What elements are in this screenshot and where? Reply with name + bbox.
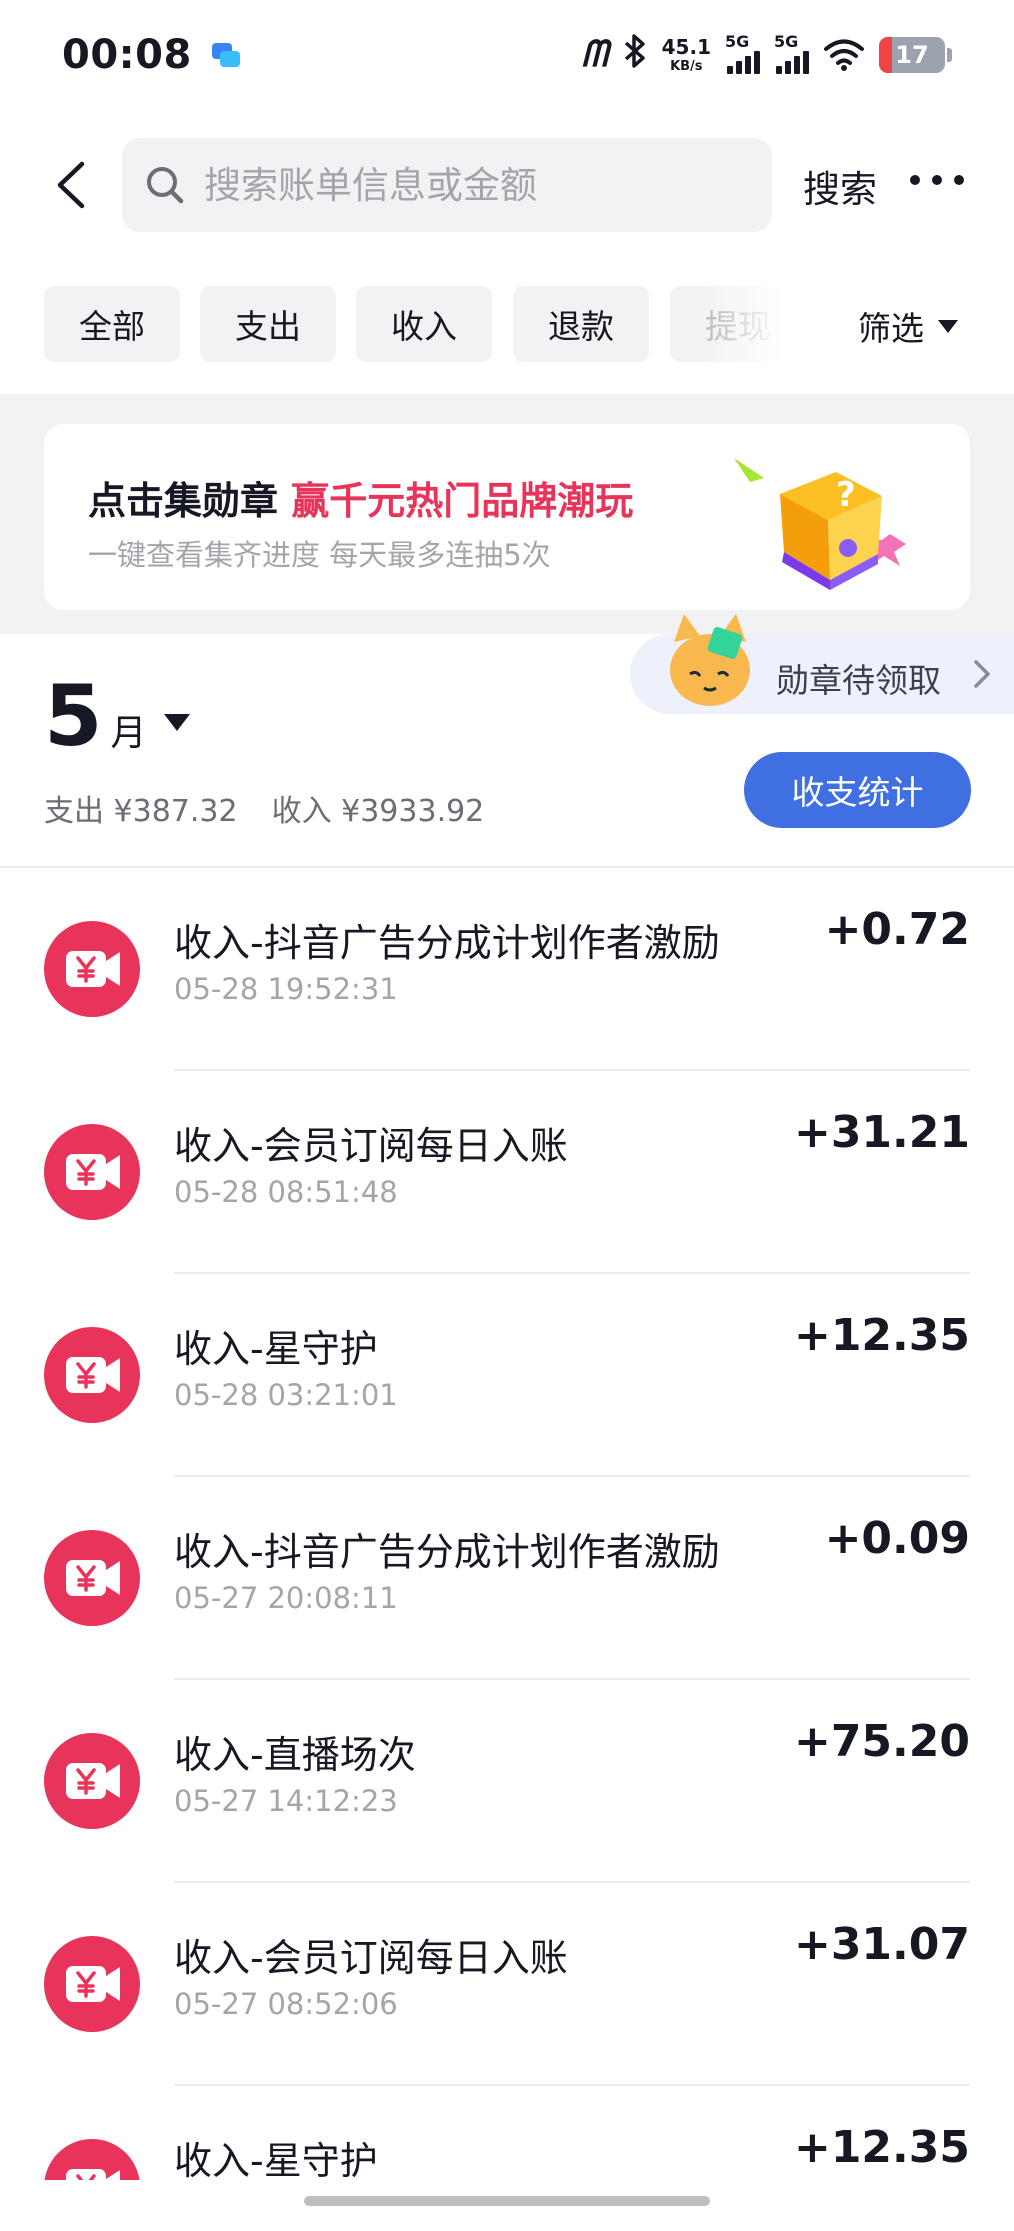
sim2-label: 5G <box>774 32 799 51</box>
chevron-right-icon <box>972 658 992 690</box>
bluetooth-icon <box>622 33 648 78</box>
yuan-video-camera-icon <box>44 1733 140 1829</box>
back-arrow-icon[interactable] <box>52 160 92 210</box>
transaction-row[interactable]: 收入-抖音广告分成计划作者激励 05-27 20:08:11 +0.09 <box>0 1477 1014 1680</box>
transaction-row[interactable]: 收入-星守护 +12.35 <box>0 2086 1014 2180</box>
wifi-icon <box>823 38 865 72</box>
filter-tabs: 全部 支出 收入 退款 提现 筛选 <box>0 286 1014 362</box>
cat-mascot-icon <box>660 612 760 712</box>
transaction-amount: +31.21 <box>793 1107 970 1158</box>
month-unit: 月 <box>110 713 147 754</box>
transaction-amount: +31.07 <box>793 1919 970 1970</box>
status-bar: 00:08 ᗰ 45.1 KB/s 5G 5G 17 <box>0 0 1014 110</box>
tab-refund[interactable]: 退款 <box>513 286 649 362</box>
search-header: 搜索 <box>0 135 1014 235</box>
mystery-box-icon: ? <box>720 448 920 598</box>
search-box[interactable] <box>122 138 772 232</box>
transaction-row[interactable]: 收入-会员订阅每日入账 05-27 08:52:06 +31.07 <box>0 1883 1014 2086</box>
promo-title: 点击集勋章 赢千元热门品牌潮玩 <box>88 470 633 525</box>
transaction-amount: +75.20 <box>793 1716 970 1767</box>
tab-income[interactable]: 收入 <box>356 286 492 362</box>
transaction-amount: +0.72 <box>824 904 970 955</box>
tab-all[interactable]: 全部 <box>44 286 180 362</box>
yuan-video-camera-icon <box>44 2139 140 2180</box>
month-header: 勋章待领取 5 月 支出 ¥387.32 收入 ¥3933.92 收支统计 <box>0 614 1014 868</box>
transaction-amount: +12.35 <box>793 2122 970 2173</box>
medal-pending-label: 勋章待领取 <box>776 661 941 700</box>
transaction-title: 收入-会员订阅每日入账 <box>174 1124 568 1168</box>
network-speed-unit: KB/s <box>670 59 703 74</box>
transaction-title: 收入-会员订阅每日入账 <box>174 1936 568 1980</box>
search-icon <box>144 164 186 206</box>
banner-area: 点击集勋章 赢千元热门品牌潮玩 一键查看集齐进度 每天最多连抽5次 ? <box>0 394 1014 634</box>
transaction-row[interactable]: 收入-抖音广告分成计划作者激励 05-28 19:52:31 +0.72 <box>0 868 1014 1071</box>
month-number: 5 <box>44 667 103 765</box>
transaction-time: 05-28 03:21:01 <box>174 1378 398 1412</box>
nfc-icon: ᗰ <box>581 34 608 75</box>
battery-icon: 17 <box>879 37 945 73</box>
sim1-label: 5G <box>725 32 750 51</box>
network-speed-value: 45.1 <box>661 35 711 59</box>
status-time: 00:08 <box>62 32 192 78</box>
stats-button[interactable]: 收支统计 <box>744 752 971 828</box>
promo-title-highlight: 赢千元热门品牌潮玩 <box>291 479 634 523</box>
yuan-video-camera-icon <box>44 921 140 1017</box>
yuan-video-camera-icon <box>44 1327 140 1423</box>
transaction-row[interactable]: 收入-星守护 05-28 03:21:01 +12.35 <box>0 1274 1014 1477</box>
medal-pending-pill[interactable]: 勋章待领取 <box>630 614 1014 714</box>
filter-button[interactable]: 筛选 <box>858 302 958 350</box>
home-indicator[interactable] <box>304 2196 710 2206</box>
month-summary: 支出 ¥387.32 收入 ¥3933.92 <box>44 786 484 830</box>
transaction-amount: +0.09 <box>824 1513 970 1564</box>
transaction-row[interactable]: 收入-会员订阅每日入账 05-28 08:51:48 +31.21 <box>0 1071 1014 1274</box>
transaction-time: 05-28 19:52:31 <box>174 972 398 1006</box>
promo-banner[interactable]: 点击集勋章 赢千元热门品牌潮玩 一键查看集齐进度 每天最多连抽5次 ? <box>44 424 970 610</box>
caret-down-icon <box>164 713 191 731</box>
tab-withdraw[interactable]: 提现 <box>670 286 806 362</box>
yuan-video-camera-icon <box>44 1530 140 1626</box>
transaction-title: 收入-直播场次 <box>174 1733 416 1777</box>
transaction-title: 收入-星守护 <box>174 2139 378 2180</box>
caret-down-icon <box>938 319 958 333</box>
message-app-icon <box>211 43 240 67</box>
search-button[interactable]: 搜索 <box>803 159 877 213</box>
transaction-title: 收入-抖音广告分成计划作者激励 <box>174 1530 720 1574</box>
transaction-title: 收入-抖音广告分成计划作者激励 <box>174 921 720 965</box>
income-total: 收入 ¥3933.92 <box>271 794 485 829</box>
network-speed: 45.1 KB/s <box>662 37 711 73</box>
battery-tip <box>947 48 952 62</box>
transaction-amount: +12.35 <box>793 1310 970 1361</box>
search-input[interactable] <box>204 163 764 207</box>
tab-expense[interactable]: 支出 <box>200 286 336 362</box>
transaction-time: 05-27 20:08:11 <box>174 1581 398 1615</box>
sim1-signal-icon: 5G <box>725 32 760 74</box>
transaction-time: 05-28 08:51:48 <box>174 1175 398 1209</box>
promo-title-prefix: 点击集勋章 <box>88 479 292 523</box>
yuan-video-camera-icon <box>44 1936 140 2032</box>
transaction-time: 05-27 08:52:06 <box>174 1987 398 2021</box>
expense-total: 支出 ¥387.32 <box>44 794 238 829</box>
more-options-icon[interactable] <box>910 175 964 185</box>
yuan-video-camera-icon <box>44 1124 140 1220</box>
battery-level: 17 <box>895 41 929 69</box>
filter-label: 筛选 <box>858 309 924 348</box>
promo-subtitle: 一键查看集齐进度 每天最多连抽5次 <box>88 538 551 572</box>
transaction-title: 收入-星守护 <box>174 1327 378 1371</box>
transaction-list: 收入-抖音广告分成计划作者激励 05-28 19:52:31 +0.72 收入-… <box>0 868 1014 2180</box>
transaction-row[interactable]: 收入-直播场次 05-27 14:12:23 +75.20 <box>0 1680 1014 1883</box>
month-picker[interactable]: 5 月 <box>44 667 191 765</box>
svg-text:?: ? <box>836 475 856 515</box>
transaction-time: 05-27 14:12:23 <box>174 1784 398 1818</box>
sim2-signal-icon: 5G <box>774 32 809 74</box>
